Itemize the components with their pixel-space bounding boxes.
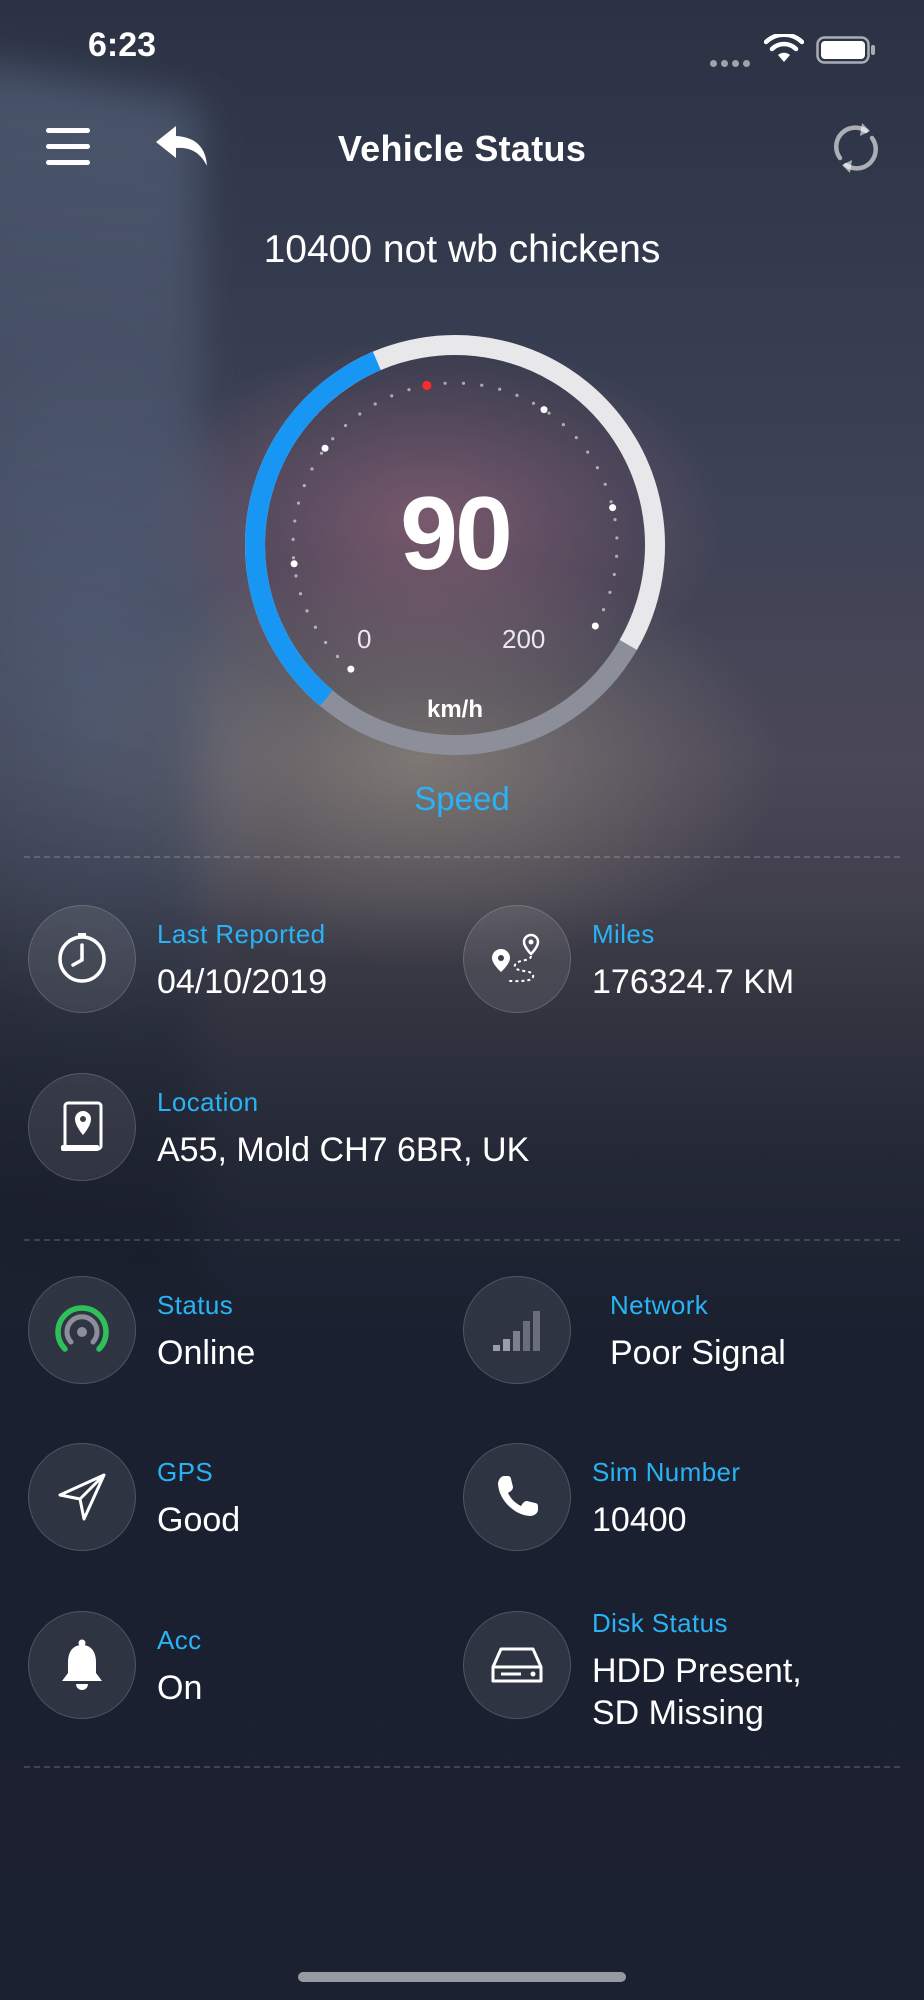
disk-status-item: Disk Status HDD Present, SD Missing [463, 1608, 893, 1732]
signal-broadcast-icon [55, 1305, 109, 1352]
disk-icon-wrap [463, 1611, 571, 1719]
gauge-tick [515, 393, 519, 397]
miles-icon-wrap [463, 905, 571, 1013]
refresh-icon [834, 123, 878, 173]
sim-number-label: Sim Number [592, 1457, 741, 1487]
gps-value: Good [157, 1501, 241, 1539]
navigation-bar: Vehicle Status [0, 100, 924, 200]
vehicle-name: 10400 not wb chickens [263, 228, 661, 271]
gauge-tick [390, 394, 394, 398]
acc-item: Acc On [28, 1611, 448, 1721]
status-item: Status Online [28, 1276, 448, 1386]
gps-item: GPS Good [28, 1443, 448, 1553]
speed-value: 90 [400, 476, 513, 592]
gauge-major-tick [347, 665, 355, 673]
status-icon-wrap [28, 1276, 136, 1384]
gps-icon-wrap [28, 1443, 136, 1551]
section-divider [24, 1239, 900, 1241]
gauge-major-tick [591, 622, 599, 630]
acc-value: On [157, 1669, 203, 1707]
gps-label: GPS [157, 1457, 214, 1487]
address-book-icon [61, 1101, 103, 1151]
acc-icon-wrap [28, 1611, 136, 1719]
speed-unit: km/h [426, 696, 483, 723]
gauge-min-label: 0 [357, 624, 372, 654]
last-reported-label: Last Reported [157, 919, 326, 949]
gauge-major-tick [540, 406, 548, 414]
gauge-major-tick [321, 444, 329, 452]
gauge-tick [547, 411, 551, 415]
signal-bars-icon [493, 1311, 540, 1351]
gauge-tick [498, 387, 502, 391]
acc-label: Acc [157, 1625, 202, 1655]
clock-icon [58, 933, 106, 983]
gauge-tick [595, 466, 599, 470]
gauge-max-label: 200 [502, 624, 546, 654]
sim-icon-wrap [463, 1443, 571, 1551]
section-divider [24, 1766, 900, 1768]
network-label: Network [610, 1290, 709, 1320]
gauge-tick [305, 609, 309, 613]
miles-value: 176324.7 KM [592, 963, 795, 1001]
last-reported-icon-wrap [28, 905, 136, 1013]
hard-drive-icon [491, 1647, 543, 1683]
disk-status-value-line2: SD Missing [592, 1694, 764, 1732]
home-indicator [298, 1972, 626, 1982]
navigation-arrow-icon [58, 1473, 106, 1521]
gauge-tick [601, 608, 606, 612]
gauge-tick [531, 401, 536, 405]
gauge-tick [574, 436, 578, 440]
status-value: Online [157, 1334, 256, 1372]
location-icon-wrap [28, 1073, 136, 1181]
location-label: Location [157, 1087, 259, 1117]
disk-status-value-line1: HDD Present, [592, 1652, 802, 1690]
gauge-tick [586, 450, 590, 454]
gauge-tick [319, 451, 324, 455]
wifi-icon [763, 32, 805, 69]
status-label: Status [157, 1290, 234, 1320]
status-bar: 6:23 [0, 0, 924, 100]
location-item: Location A55, Mold CH7 6BR, UK [28, 1073, 888, 1183]
location-value: A55, Mold CH7 6BR, UK [157, 1131, 530, 1169]
cellular-dots-icon [710, 54, 754, 67]
miles-item: Miles 176324.7 KM [463, 905, 893, 1015]
gauge-tick [358, 412, 362, 416]
network-icon-wrap [463, 1276, 571, 1384]
page-title: Vehicle Status [337, 128, 587, 169]
gauge-indicator-dot [422, 380, 432, 390]
route-icon [492, 933, 540, 983]
bell-icon [62, 1639, 102, 1690]
gauge-tick [331, 437, 335, 441]
gauge-tick [324, 640, 328, 645]
network-item: Network Poor Signal [463, 1276, 893, 1386]
gauge-tick [335, 654, 340, 659]
gauge-tick [561, 423, 565, 427]
status-time: 6:23 [88, 26, 157, 64]
gauge-tick [480, 383, 484, 387]
gauge-tick [310, 467, 314, 471]
battery-icon [816, 36, 876, 69]
disk-status-label: Disk Status [592, 1608, 728, 1638]
gauge-tick [343, 423, 348, 428]
gauge-tick [443, 381, 447, 385]
phone-icon [498, 1476, 538, 1516]
network-value: Poor Signal [610, 1334, 786, 1372]
gauge-tick [373, 402, 377, 406]
last-reported-value: 04/10/2019 [157, 963, 328, 1001]
refresh-button[interactable] [826, 118, 886, 178]
sim-number-value: 10400 [592, 1501, 687, 1539]
speed-label: Speed [414, 780, 510, 817]
gauge-tick [313, 625, 318, 629]
last-reported-item: Last Reported 04/10/2019 [28, 905, 448, 1015]
miles-label: Miles [592, 919, 655, 949]
gauge-tick [407, 388, 411, 392]
speed-gauge: 90 0 200 km/h [230, 320, 680, 770]
gauge-tick [461, 381, 466, 385]
sim-number-item: Sim Number 10400 [463, 1443, 893, 1553]
section-divider [24, 856, 900, 858]
